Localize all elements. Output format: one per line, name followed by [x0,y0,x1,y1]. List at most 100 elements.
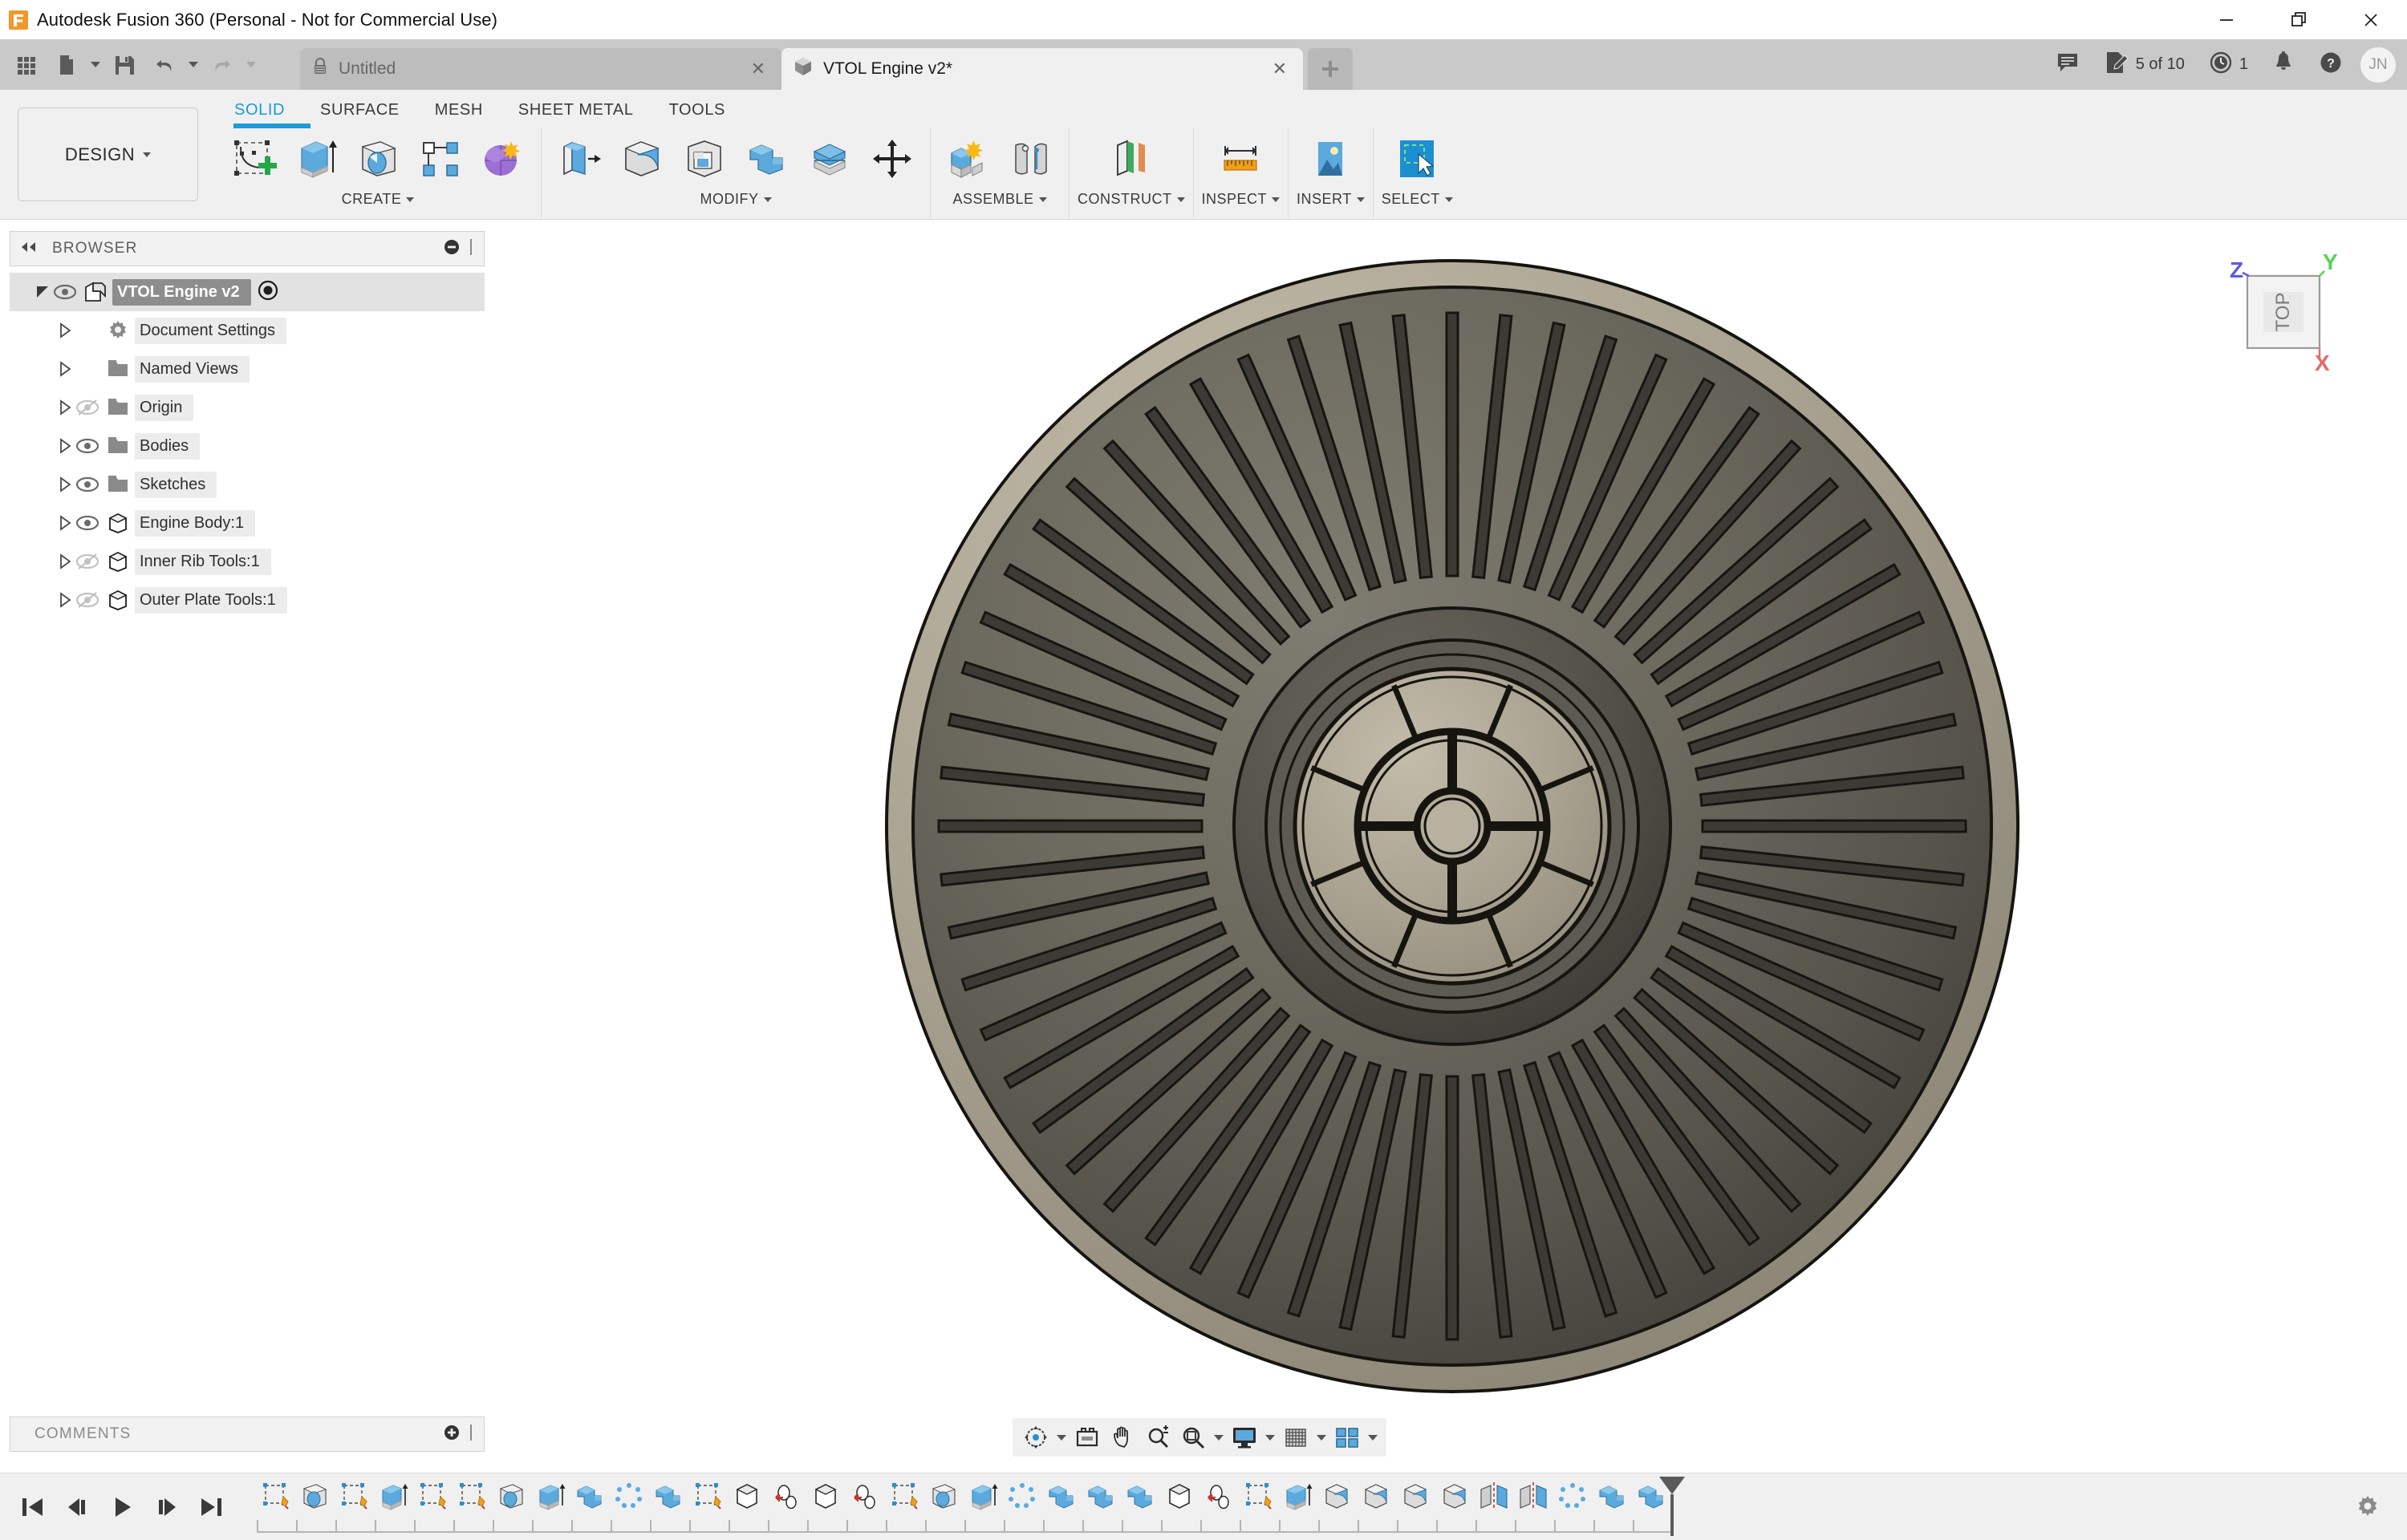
timeline-settings-gear-icon[interactable] [2349,1489,2386,1526]
step-forward-icon[interactable] [146,1484,188,1530]
revolve-icon[interactable] [348,129,408,188]
timeline-feature-fillet[interactable] [1435,1478,1474,1523]
tree-node-label[interactable]: Engine Body:1 [135,509,256,537]
display-settings-icon[interactable] [1228,1420,1261,1454]
tab-close-icon[interactable]: ✕ [746,59,770,79]
tree-node-label[interactable]: Sketches [135,471,217,498]
minus-circle-icon[interactable] [444,239,460,259]
select-window-icon[interactable] [1387,129,1447,188]
timeline-feature-sketch[interactable] [452,1478,491,1523]
tree-node-label[interactable]: VTOL Engine v2 [112,278,251,306]
panel-label-modify[interactable]: MODIFY [700,191,772,208]
tree-row[interactable]: Outer Plate Tools:1 [10,581,485,619]
comments-button[interactable] [2044,44,2091,86]
engine-model[interactable] [497,221,2407,1428]
visibility-eye-icon[interactable] [74,473,101,496]
ribbon-tab-tools[interactable]: TOOLS [651,96,743,123]
visibility-eye-hidden-icon[interactable] [74,396,101,419]
show-data-panel-icon[interactable] [8,45,45,85]
orbit-caret-icon[interactable] [1054,1420,1069,1454]
minimize-button[interactable] [2190,0,2263,39]
tree-row[interactable]: Named Views [10,350,485,388]
timeline-feature-combine[interactable] [648,1478,688,1523]
loft-icon[interactable] [411,129,470,188]
display-settings-caret-icon[interactable] [1263,1420,1277,1454]
move-copy-icon[interactable] [863,129,922,188]
timeline-feature-mirror[interactable] [1513,1478,1553,1523]
timeline-feature-sketch[interactable] [688,1478,727,1523]
expand-arrow-closed-icon[interactable] [56,360,74,378]
notifications-button[interactable] [2261,44,2306,86]
viewport-canvas[interactable]: TOP Z Y X [497,221,2407,1428]
visibility-eye-icon[interactable] [74,512,101,534]
timeline-feature-hole[interactable] [845,1478,884,1523]
restore-button[interactable] [2263,0,2335,39]
timeline-feature-combine[interactable] [1592,1478,1631,1523]
tree-node-label[interactable]: Bodies [135,432,201,460]
timeline-feature-combine[interactable] [1081,1478,1120,1523]
grid-snap-caret-icon[interactable] [1314,1420,1329,1454]
pan-icon[interactable] [1106,1420,1139,1454]
timeline-feature-sketch[interactable] [334,1478,373,1523]
timeline-feature-combine[interactable] [1120,1478,1159,1523]
shell-icon[interactable] [675,129,734,188]
timeline-feature-body[interactable] [1159,1478,1199,1523]
timeline-feature-extrude[interactable] [963,1478,1002,1523]
tree-row[interactable]: Bodies [10,427,485,465]
tree-row[interactable]: Document Settings [10,311,485,350]
grip-icon[interactable] [468,1424,474,1445]
expand-arrow-closed-icon[interactable] [56,437,74,455]
panel-label-create[interactable]: CREATE [342,191,415,208]
extensions-button[interactable]: 5 of 10 [2092,44,2196,86]
panel-label-select[interactable]: SELECT [1382,191,1453,208]
timeline-feature-body[interactable] [806,1478,845,1523]
visibility-eye-hidden-icon[interactable] [74,550,101,573]
fit-icon[interactable] [1176,1420,1210,1454]
tree-node-label[interactable]: Outer Plate Tools:1 [135,586,287,614]
timeline-feature-revolve[interactable] [491,1478,530,1523]
timeline-feature-list[interactable] [255,1476,1685,1536]
timeline-feature-pattern[interactable] [609,1478,648,1523]
tree-row[interactable]: Sketches [10,465,485,504]
offset-plane-icon[interactable] [1102,129,1161,188]
visibility-eye-icon[interactable] [51,281,79,303]
new-tab-button[interactable] [1308,48,1353,90]
create-sketch-icon[interactable] [223,129,282,188]
expand-arrow-closed-icon[interactable] [56,476,74,493]
timeline-feature-fillet[interactable] [1317,1478,1356,1523]
grip-icon[interactable] [468,238,474,260]
viewports-icon[interactable] [1330,1420,1364,1454]
zoom-icon[interactable] [1141,1420,1175,1454]
view-cube[interactable]: TOP Z Y X [2202,249,2363,385]
grid-snap-icon[interactable] [1279,1420,1313,1454]
fillet-icon[interactable] [612,129,672,188]
panel-label-insert[interactable]: INSERT [1297,191,1365,208]
timeline-feature-sketch[interactable] [412,1478,452,1523]
joint-icon[interactable] [1001,129,1061,188]
panel-label-construct[interactable]: CONSTRUCT [1078,191,1185,208]
help-button[interactable]: ? [2308,44,2354,86]
fit-caret-icon[interactable] [1212,1420,1226,1454]
tree-row[interactable]: Origin [10,388,485,427]
expand-arrow-closed-icon[interactable] [56,553,74,570]
jobs-button[interactable]: 1 [2198,44,2259,86]
press-pull-icon[interactable] [550,129,609,188]
document-tab-vtol-engine[interactable]: VTOL Engine v2* ✕ [781,48,1303,90]
panel-label-assemble[interactable]: ASSEMBLE [952,191,1047,208]
save-icon[interactable] [106,45,143,85]
workspace-selector[interactable]: DESIGN [18,107,198,201]
timeline-feature-sketch[interactable] [1238,1478,1277,1523]
jump-start-icon[interactable] [11,1484,53,1530]
step-back-icon[interactable] [56,1484,98,1530]
timeline-feature-hole[interactable] [766,1478,806,1523]
orbit-icon[interactable] [1019,1420,1053,1454]
tree-node-label[interactable]: Origin [135,394,194,421]
plus-circle-icon[interactable] [444,1424,460,1445]
timeline-feature-fillet[interactable] [1395,1478,1435,1523]
offset-face-icon[interactable] [800,129,859,188]
panel-label-inspect[interactable]: INSPECT [1202,191,1281,208]
tree-node-label[interactable]: Inner Rib Tools:1 [135,548,271,575]
file-menu-icon[interactable] [48,45,85,85]
viewports-caret-icon[interactable] [1366,1420,1380,1454]
close-button[interactable] [2335,0,2407,39]
